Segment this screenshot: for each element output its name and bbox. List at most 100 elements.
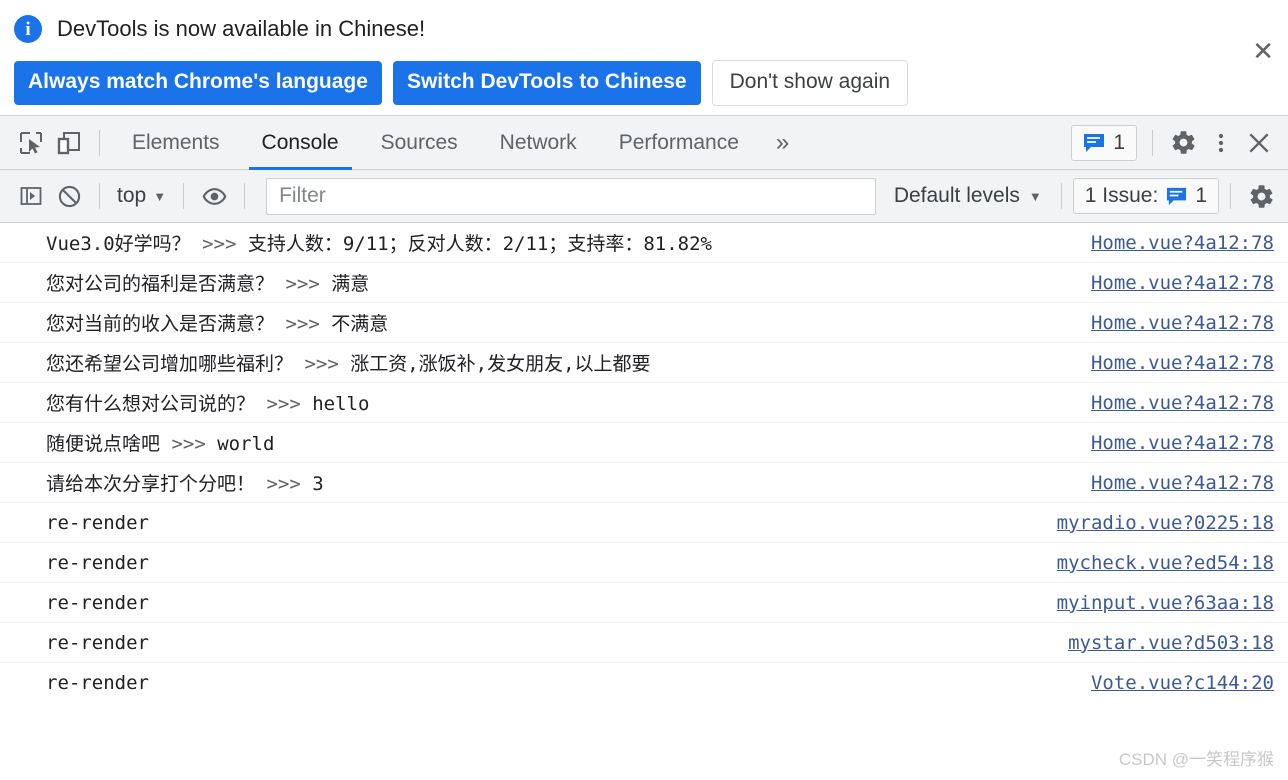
tab-console[interactable]: Console [241, 115, 360, 170]
message-arrows: >>> [171, 433, 206, 455]
tab-sources[interactable]: Sources [360, 115, 479, 170]
tab-network[interactable]: Network [479, 115, 598, 170]
kebab-menu-icon[interactable] [1202, 124, 1240, 162]
console-filter-toolbar: top ▼ Default levels ▼ 1 Issue: 1 [0, 170, 1288, 223]
issues-count: 1 [1195, 184, 1207, 207]
console-row[interactable]: 您还希望公司增加哪些福利？ >>> 涨工资,涨饭补,发女朋友,以上都要 Home… [0, 343, 1288, 383]
issue-message-icon [1167, 187, 1187, 205]
message-arrows: >>> [266, 393, 301, 415]
toolbar-divider [99, 129, 100, 156]
console-message-text: re-render [46, 671, 149, 694]
console-row[interactable]: 您有什么想对公司说的？ >>> hello Home.vue?4a12:78 [0, 383, 1288, 423]
source-link[interactable]: mystar.vue?d503:18 [1068, 632, 1274, 654]
message-prefix: 随便说点啥吧 [46, 433, 172, 455]
message-prefix: 您有什么想对公司说的？ [46, 393, 267, 415]
console-message-text: Vue3.0好学吗？ >>> 支持人数：9/11；反对人数：2/11；支持率：8… [46, 229, 1091, 256]
device-toolbar-icon[interactable] [50, 124, 88, 162]
message-prefix: 您对当前的收入是否满意？ [46, 313, 286, 335]
console-row[interactable]: 您对公司的福利是否满意？ >>> 满意 Home.vue?4a12:78 [0, 263, 1288, 303]
issue-message-icon [1084, 133, 1105, 152]
source-link[interactable]: myinput.vue?63aa:18 [1057, 592, 1274, 614]
console-row[interactable]: re-render mycheck.vue?ed54:18 [0, 543, 1288, 583]
chevron-down-icon: ▼ [153, 188, 167, 204]
tab-label: Console [261, 130, 339, 154]
source-link[interactable]: Home.vue?4a12:78 [1091, 352, 1274, 374]
info-icon: i [14, 15, 42, 43]
issues-counter-button[interactable]: 1 [1071, 124, 1137, 161]
close-devtools-icon[interactable] [1240, 124, 1278, 162]
message-detail: 支持人数：9/11；反对人数：2/11；支持率：81.82% [236, 233, 712, 255]
message-prefix: Vue3.0好学吗？ [46, 233, 203, 255]
message-arrows: >>> [285, 273, 320, 295]
source-link[interactable]: Home.vue?4a12:78 [1091, 312, 1274, 334]
console-message-text: re-render [46, 591, 149, 614]
console-row[interactable]: 请给本次分享打个分吧！ >>> 3 Home.vue?4a12:78 [0, 463, 1288, 503]
live-expression-icon[interactable] [195, 177, 233, 215]
tab-label: Performance [618, 130, 739, 154]
source-link[interactable]: Home.vue?4a12:78 [1091, 392, 1274, 414]
context-label: top [117, 184, 147, 207]
source-link[interactable]: Home.vue?4a12:78 [1091, 272, 1274, 294]
issues-label: 1 Issue: [1084, 184, 1159, 207]
console-message-text: re-render [46, 511, 149, 534]
console-message-text: 您对公司的福利是否满意？ >>> 满意 [46, 269, 1091, 296]
filter-divider-4 [1060, 183, 1062, 209]
source-link[interactable]: Home.vue?4a12:78 [1091, 472, 1274, 494]
devtools-tabbar: Elements Console Sources Network Perform… [0, 115, 1288, 170]
console-settings-icon[interactable] [1242, 177, 1280, 215]
locale-banner: i DevTools is now available in Chinese! … [0, 0, 1288, 115]
issue-count: 1 [1113, 130, 1125, 154]
source-link[interactable]: Home.vue?4a12:78 [1091, 232, 1274, 254]
console-message-text: re-render [46, 631, 149, 654]
message-arrows: >>> [266, 473, 301, 495]
console-message-text: 您对当前的收入是否满意？ >>> 不满意 [46, 309, 1091, 336]
console-row[interactable]: re-render myradio.vue?0225:18 [0, 503, 1288, 543]
log-levels-selector[interactable]: Default levels ▼ [886, 184, 1050, 208]
banner-message: DevTools is now available in Chinese! [57, 16, 426, 41]
banner-message-row: i DevTools is now available in Chinese! [14, 10, 1274, 48]
console-row[interactable]: re-render mystar.vue?d503:18 [0, 623, 1288, 663]
console-message-text: re-render [46, 551, 149, 574]
dont-show-again-button[interactable]: Don't show again [711, 60, 909, 106]
source-link[interactable]: myradio.vue?0225:18 [1057, 512, 1274, 534]
message-prefix: 您对公司的福利是否满意？ [46, 273, 286, 295]
more-tabs-icon[interactable]: » [760, 115, 805, 170]
inspect-element-icon[interactable] [12, 124, 50, 162]
always-match-chrome-language-button[interactable]: Always match Chrome's language [14, 61, 382, 105]
filter-divider-1 [99, 183, 100, 209]
levels-label: Default levels [893, 184, 1020, 207]
console-message-text: 您还希望公司增加哪些福利？ >>> 涨工资,涨饭补,发女朋友,以上都要 [46, 349, 1091, 376]
console-message-list: Vue3.0好学吗？ >>> 支持人数：9/11；反对人数：2/11；支持率：8… [0, 223, 1288, 698]
console-sidebar-icon[interactable] [12, 177, 50, 215]
message-detail: 不满意 [319, 313, 389, 335]
tab-label: Network [499, 130, 577, 154]
console-row[interactable]: 随便说点啥吧 >>> world Home.vue?4a12:78 [0, 423, 1288, 463]
message-prefix: 您还希望公司增加哪些福利？ [46, 353, 305, 375]
issues-button[interactable]: 1 Issue: 1 [1072, 178, 1219, 214]
close-icon[interactable]: ✕ [1252, 38, 1274, 64]
message-arrows: >>> [202, 233, 237, 255]
execution-context-selector[interactable]: top ▼ [111, 184, 172, 208]
source-link[interactable]: Vote.vue?c144:20 [1091, 672, 1274, 694]
console-message-text: 随便说点啥吧 >>> world [46, 429, 1091, 456]
source-link[interactable]: mycheck.vue?ed54:18 [1057, 552, 1274, 574]
gear-icon[interactable] [1164, 124, 1202, 162]
message-detail: hello [300, 393, 370, 415]
console-row[interactable]: re-render myinput.vue?63aa:18 [0, 583, 1288, 623]
switch-devtools-to-chinese-button[interactable]: Switch DevTools to Chinese [392, 61, 701, 105]
filter-divider-3 [244, 183, 246, 209]
console-row[interactable]: re-render Vote.vue?c144:20 [0, 663, 1288, 698]
console-row[interactable]: 您对当前的收入是否满意？ >>> 不满意 Home.vue?4a12:78 [0, 303, 1288, 343]
clear-console-icon[interactable] [50, 177, 88, 215]
message-arrows: >>> [285, 313, 320, 335]
console-row[interactable]: Vue3.0好学吗？ >>> 支持人数：9/11；反对人数：2/11；支持率：8… [0, 223, 1288, 263]
console-message-text: 您有什么想对公司说的？ >>> hello [46, 389, 1091, 416]
toolbar-divider-2 [1152, 129, 1153, 156]
tab-label: Sources [380, 130, 458, 154]
filter-divider-2 [183, 183, 185, 209]
tab-performance[interactable]: Performance [598, 115, 760, 170]
source-link[interactable]: Home.vue?4a12:78 [1091, 432, 1274, 454]
filter-input[interactable] [266, 177, 876, 215]
chevron-down-icon: ▼ [1028, 188, 1042, 204]
tab-elements[interactable]: Elements [111, 115, 241, 170]
